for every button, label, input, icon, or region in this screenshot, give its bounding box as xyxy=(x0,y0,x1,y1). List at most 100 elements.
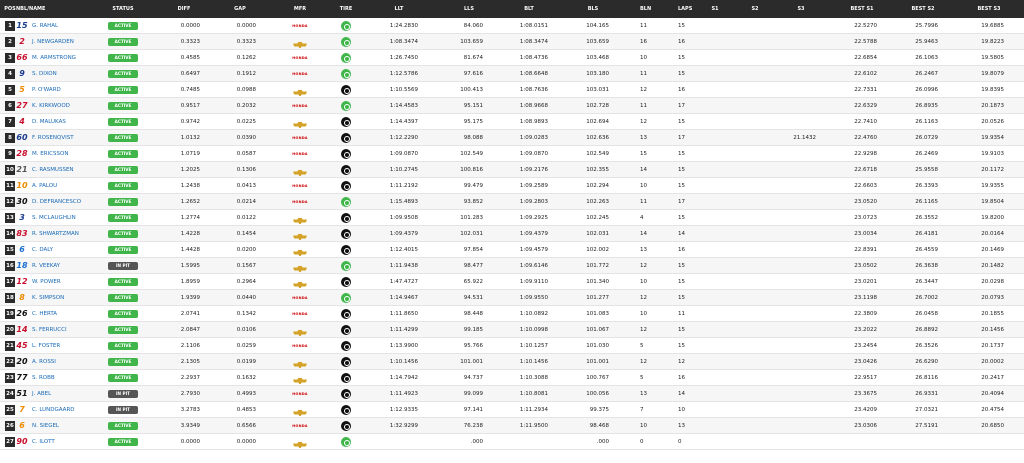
gap-cell: 0.3323 xyxy=(236,39,256,45)
table-row[interactable]: 24 51 J. ABEL IN PIT 2.7930 0.4993 HONDA 1:11.4… xyxy=(0,386,1024,402)
driver-name-link[interactable]: C. HERTA xyxy=(32,306,112,322)
driver-name-link[interactable]: S. FERRUCCI xyxy=(32,322,112,338)
bln-cell: 13 xyxy=(640,247,647,253)
table-row[interactable]: 4 9 S. DIXON ACTIVE 0.6497 0.1912 HONDA 1:12.57… xyxy=(0,66,1024,82)
table-row[interactable]: 9 28 M. ERICSSON ACTIVE 1.0719 0.0587 HONDA 1:0… xyxy=(0,146,1024,162)
driver-name-link[interactable]: D. DEFRANCESCO xyxy=(32,194,112,210)
header-laps[interactable]: LAPS xyxy=(678,0,692,18)
header-gap[interactable]: GAP xyxy=(224,0,256,18)
table-row[interactable]: 27 90 C. ILOTT ACTIVE 0.0000 0.0000 .000 .000 0 0 xyxy=(0,434,1024,450)
table-row[interactable]: 19 26 C. HERTA ACTIVE 2.0741 0.1342 HONDA 1:11.… xyxy=(0,306,1024,322)
table-row[interactable]: 7 4 D. MALUKAS ACTIVE 0.9742 0.0225 1:14.4397 9… xyxy=(0,114,1024,130)
driver-name-link[interactable]: A. ROSSI xyxy=(32,354,112,370)
driver-name-link[interactable]: M. ARMSTRONG xyxy=(32,50,112,66)
chevrolet-logo-icon xyxy=(293,359,307,368)
header-s1[interactable]: S1 xyxy=(705,0,725,18)
table-row[interactable]: 21 45 L. FOSTER ACTIVE 2.1106 0.0259 HONDA 1:13… xyxy=(0,338,1024,354)
table-row[interactable]: 1 15 G. RAHAL ACTIVE 0.0000 0.0000 HONDA 1:24.2… xyxy=(0,18,1024,34)
table-row[interactable]: 5 5 P. O'WARD ACTIVE 0.7485 0.0988 1:10.5569 10… xyxy=(0,82,1024,98)
status-cell: ACTIVE xyxy=(108,418,138,434)
position-badge: 2 xyxy=(5,37,15,47)
gap-cell: 0.4993 xyxy=(236,391,256,397)
driver-name-link[interactable]: K. SIMPSON xyxy=(32,290,112,306)
driver-name-link[interactable]: R. SHWARTZMAN xyxy=(32,226,112,242)
table-row[interactable]: 6 27 K. KIRKWOOD ACTIVE 0.9517 0.2032 HONDA 1:1… xyxy=(0,98,1024,114)
header-best-s1[interactable]: BEST S1 xyxy=(847,0,877,18)
position-badge: 12 xyxy=(5,197,15,207)
driver-name-link[interactable]: R. VEEKAY xyxy=(32,258,112,274)
header-best-s2[interactable]: BEST S2 xyxy=(908,0,938,18)
driver-name-link[interactable]: K. KIRKWOOD xyxy=(32,98,112,114)
driver-name-link[interactable]: C. ILOTT xyxy=(32,434,112,450)
table-row[interactable]: 22 20 A. ROSSI ACTIVE 2.1305 0.0199 1:10.1456 1… xyxy=(0,354,1024,370)
table-row[interactable]: 26 6 N. SIEGEL ACTIVE 3.9349 0.6566 HONDA 1:32.… xyxy=(0,418,1024,434)
table-row[interactable]: 13 3 S. MCLAUGHLIN ACTIVE 1.2774 0.0122 1:09.9… xyxy=(0,210,1024,226)
bln-cell: 15 xyxy=(640,151,647,157)
car-number: 6 xyxy=(19,245,25,254)
header-pos[interactable]: POS xyxy=(3,0,17,18)
table-row[interactable]: 14 83 R. SHWARTZMAN ACTIVE 1.4228 0.1454 1:09.… xyxy=(0,226,1024,242)
header-llt[interactable]: LLT xyxy=(380,0,418,18)
header-mfr[interactable]: MFR xyxy=(285,0,315,18)
driver-name-link[interactable]: S. MCLAUGHLIN xyxy=(32,210,112,226)
header-best-s3[interactable]: BEST S3 xyxy=(974,0,1004,18)
driver-name-link[interactable]: M. ERICSSON xyxy=(32,146,112,162)
driver-name-link[interactable]: L. FOSTER xyxy=(32,338,112,354)
llt-cell: 1:10.5569 xyxy=(389,87,418,93)
laps-cell: 15 xyxy=(678,167,685,173)
best-s2-cell: 26.2469 xyxy=(915,151,938,157)
driver-name-link[interactable]: J. NEWGARDEN xyxy=(32,34,112,50)
driver-name-link[interactable]: S. ROBB xyxy=(32,370,112,386)
driver-name-link[interactable]: C. LUNDGAARD xyxy=(32,402,112,418)
header-bln[interactable]: BLN xyxy=(640,0,652,18)
diff-cell: 2.0847 xyxy=(180,327,200,333)
lls-cell: 97.616 xyxy=(463,71,483,77)
table-row[interactable]: 3 66 M. ARMSTRONG ACTIVE 0.4585 0.1262 HONDA 1:… xyxy=(0,50,1024,66)
llt-cell: 1:13.9900 xyxy=(389,343,418,349)
table-row[interactable]: 18 8 K. SIMPSON ACTIVE 1.9399 0.0440 HONDA 1:14… xyxy=(0,290,1024,306)
table-row[interactable]: 20 14 S. FERRUCCI ACTIVE 2.0847 0.0106 1:11.42… xyxy=(0,322,1024,338)
driver-name-link[interactable]: S. DIXON xyxy=(32,66,112,82)
best-s1-cell: 23.0502 xyxy=(854,263,877,269)
header-diff[interactable]: DIFF xyxy=(168,0,200,18)
driver-name-link[interactable]: N. SIEGEL xyxy=(32,418,112,434)
driver-name-link[interactable]: P. O'WARD xyxy=(32,82,112,98)
best-s1-cell: 22.9298 xyxy=(854,151,877,157)
alternate-tire-icon xyxy=(341,437,351,447)
driver-name-link[interactable]: A. PALOU xyxy=(32,178,112,194)
driver-name-link[interactable]: C. RASMUSSEN xyxy=(32,162,112,178)
driver-name-link[interactable]: D. MALUKAS xyxy=(32,114,112,130)
header-s3[interactable]: S3 xyxy=(786,0,816,18)
header-bls[interactable]: BLS xyxy=(577,0,609,18)
status-cell: IN PIT xyxy=(108,402,138,418)
table-row[interactable]: 25 7 C. LUNDGAARD IN PIT 3.2783 0.4853 1:12.93… xyxy=(0,402,1024,418)
alternate-tire-icon xyxy=(341,37,351,47)
header-status[interactable]: STATUS xyxy=(108,0,138,18)
driver-name-link[interactable]: F. ROSENQVIST xyxy=(32,130,112,146)
table-row[interactable]: 15 6 C. DALY ACTIVE 1.4428 0.0200 1:12.4015 97.… xyxy=(0,242,1024,258)
header-s2[interactable]: S2 xyxy=(745,0,765,18)
table-row[interactable]: 2 2 J. NEWGARDEN ACTIVE 0.3323 0.3323 1:08.347… xyxy=(0,34,1024,50)
bls-cell: 104.165 xyxy=(586,23,609,29)
bls-cell: 98.468 xyxy=(589,423,609,429)
header-tire[interactable]: TIRE xyxy=(339,0,353,18)
header-name[interactable]: NBL/NAME xyxy=(16,0,96,18)
table-row[interactable]: 17 12 W. POWER ACTIVE 1.8959 0.2964 1:47.4727 6… xyxy=(0,274,1024,290)
header-lls[interactable]: LLS xyxy=(455,0,483,18)
table-row[interactable]: 11 10 A. PALOU ACTIVE 1.2438 0.0413 HONDA 1:11.… xyxy=(0,178,1024,194)
table-row[interactable]: 8 60 F. ROSENQVIST ACTIVE 1.0132 0.0390 HONDA 1… xyxy=(0,130,1024,146)
gap-cell: 0.0000 xyxy=(236,439,256,445)
driver-name-link[interactable]: W. POWER xyxy=(32,274,112,290)
manufacturer-cell: HONDA xyxy=(285,306,315,322)
driver-name-link[interactable]: J. ABEL xyxy=(32,386,112,402)
table-row[interactable]: 23 77 S. ROBB ACTIVE 2.2937 0.1632 1:14.7942 94… xyxy=(0,370,1024,386)
table-row[interactable]: 16 18 R. VEEKAY IN PIT 1.5995 0.1567 1:11.9438… xyxy=(0,258,1024,274)
bln-cell: 13 xyxy=(640,135,647,141)
table-row[interactable]: 12 30 D. DEFRANCESCO ACTIVE 1.2652 0.0214 HOND… xyxy=(0,194,1024,210)
honda-logo-icon: HONDA xyxy=(292,56,308,60)
gap-cell: 0.1567 xyxy=(236,263,256,269)
table-row[interactable]: 10 21 C. RASMUSSEN ACTIVE 1.2025 0.1306 1:10.2… xyxy=(0,162,1024,178)
driver-name-link[interactable]: G. RAHAL xyxy=(32,18,112,34)
header-blt[interactable]: BLT xyxy=(510,0,548,18)
driver-name-link[interactable]: C. DALY xyxy=(32,242,112,258)
